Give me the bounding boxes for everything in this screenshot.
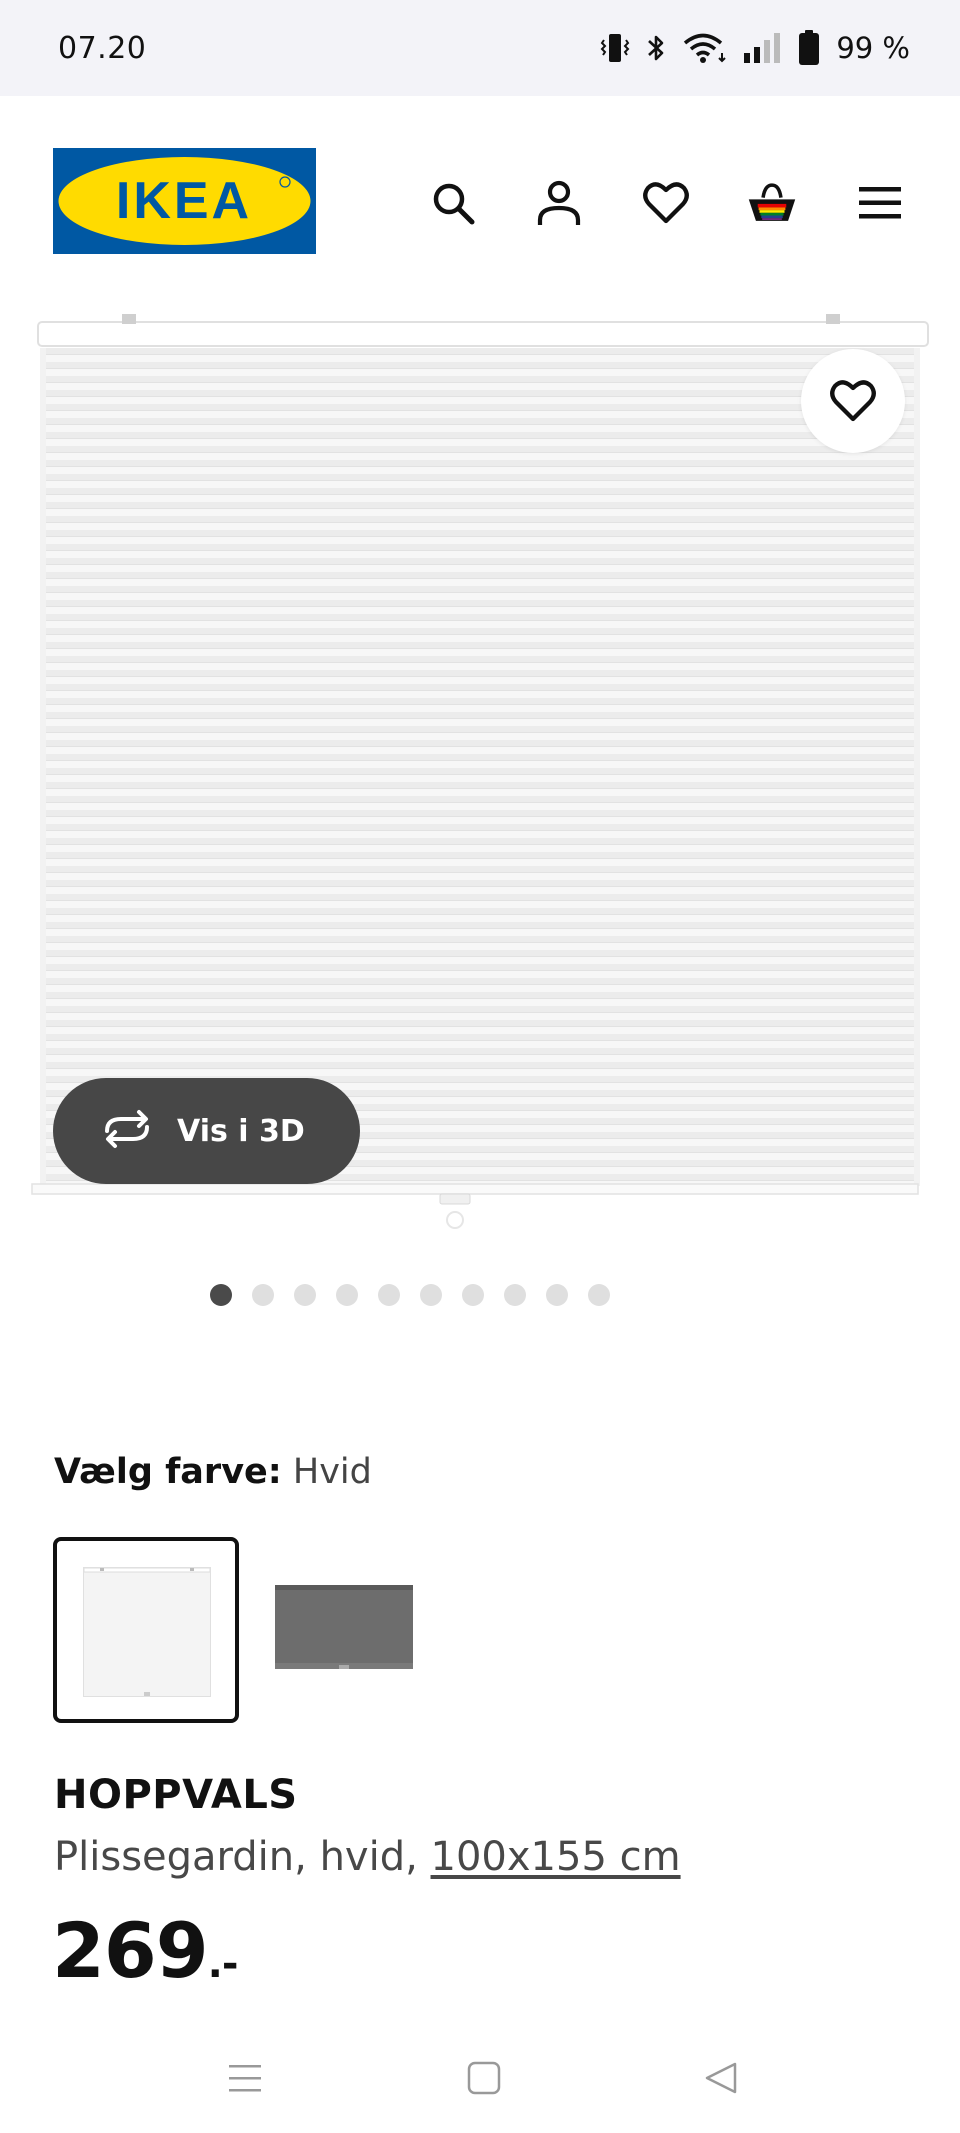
product-description-text: Plissegardin, hvid,: [54, 1834, 431, 1880]
product-price: 269.-: [52, 1906, 239, 1995]
color-label-text: Vælg farve:: [54, 1452, 282, 1492]
back-icon[interactable]: [696, 2053, 746, 2103]
product-description: Plissegardin, hvid, 100x155 cm: [54, 1834, 681, 1880]
add-to-favourites-button[interactable]: [801, 349, 905, 453]
view-in-3d-label: Vis i 3D: [177, 1113, 305, 1149]
status-icons: 99 %: [600, 30, 910, 66]
image-carousel-indicator: [0, 1284, 960, 1308]
carousel-dot[interactable]: [378, 1284, 400, 1306]
carousel-dot[interactable]: [210, 1284, 232, 1306]
heart-icon: [830, 380, 876, 422]
selected-color-value: Hvid: [292, 1452, 372, 1492]
carousel-dot[interactable]: [462, 1284, 484, 1306]
vibrate-icon: [600, 31, 630, 65]
signal-icon: [742, 31, 784, 65]
carousel-dot[interactable]: [588, 1284, 610, 1306]
status-bar: 07.20 99 %: [0, 0, 960, 96]
color-selector-label: Vælg farve: Hvid: [54, 1452, 372, 1492]
carousel-dot[interactable]: [294, 1284, 316, 1306]
status-time: 07.20: [58, 30, 147, 66]
product-size-link[interactable]: 100x155 cm: [431, 1834, 681, 1880]
menu-icon[interactable]: [855, 178, 905, 228]
system-navigation-bar: [0, 2023, 960, 2133]
carousel-dot[interactable]: [252, 1284, 274, 1306]
carousel-dot[interactable]: [504, 1284, 526, 1306]
bluetooth-icon: [644, 31, 668, 65]
battery-percentage: 99 %: [836, 31, 910, 65]
search-icon[interactable]: [428, 178, 478, 228]
price-suffix: .-: [207, 1941, 239, 1987]
logo-text: IKEA: [116, 172, 252, 230]
wifi-icon: [682, 31, 728, 65]
site-header: IKEA: [0, 96, 960, 306]
ikea-logo[interactable]: IKEA: [53, 148, 316, 254]
carousel-dot[interactable]: [420, 1284, 442, 1306]
battery-icon: [798, 30, 820, 66]
product-name: HOPPVALS: [54, 1772, 298, 1818]
basket-icon[interactable]: [747, 178, 797, 228]
product-image-gallery[interactable]: Vis i 3D: [0, 306, 960, 1246]
recent-apps-icon[interactable]: [220, 2053, 270, 2103]
view-in-3d-button[interactable]: Vis i 3D: [53, 1078, 360, 1184]
account-icon[interactable]: [534, 178, 584, 228]
carousel-dot[interactable]: [546, 1284, 568, 1306]
color-option-white[interactable]: [53, 1537, 239, 1723]
home-icon[interactable]: [459, 2053, 509, 2103]
color-option-thumbnail: [83, 1567, 211, 1697]
price-value: 269: [52, 1906, 209, 1995]
rotate-3d-icon: [99, 1109, 155, 1153]
color-option-grey[interactable]: [275, 1585, 413, 1669]
carousel-dot[interactable]: [336, 1284, 358, 1306]
heart-icon[interactable]: [641, 178, 691, 228]
